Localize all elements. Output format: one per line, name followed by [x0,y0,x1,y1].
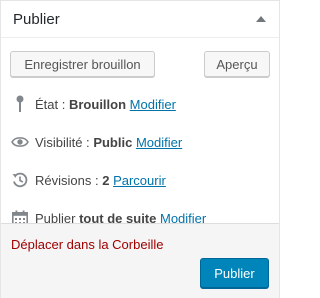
publish-button[interactable]: Publier [200,258,269,288]
edit-visibility-link[interactable]: Modifier [136,135,182,150]
post-status-row: État : Brouillon Modifier [1,85,279,123]
backup-icon [11,171,29,189]
edit-status-link[interactable]: Modifier [130,97,176,112]
revisions-label: Révisions : [35,172,99,188]
publish-box: Publier Enregistrer brouillon Aperçu Éta… [0,0,280,298]
revisions-count: 2 [102,172,110,188]
triangle-up-icon [256,16,266,22]
pin-icon [11,95,29,113]
post-status-value: Brouillon [68,96,127,112]
publish-box-header: Publier [1,1,279,38]
save-draft-button[interactable]: Enregistrer brouillon [10,51,155,77]
visibility-row: Visibilité : Public Modifier [1,123,279,161]
collapse-toggle[interactable] [243,1,279,37]
visibility-label: Visibilité : [35,134,90,150]
browse-revisions-link[interactable]: Parcourir [113,173,166,188]
revisions-row: Révisions : 2 Parcourir [1,161,279,199]
minor-publishing-actions: Enregistrer brouillon Aperçu [1,38,279,77]
move-to-trash-link[interactable]: Déplacer dans la Corbeille [11,237,163,252]
major-publishing-actions: Déplacer dans la Corbeille Publier [1,223,279,298]
post-status-label: État : [35,96,66,112]
visibility-value: Public [93,134,133,150]
preview-button[interactable]: Aperçu [204,51,270,77]
publish-box-title: Publier [13,10,60,28]
eye-icon [11,133,29,151]
misc-publishing-actions: État : Brouillon Modifier Visibilité : P… [1,77,279,237]
